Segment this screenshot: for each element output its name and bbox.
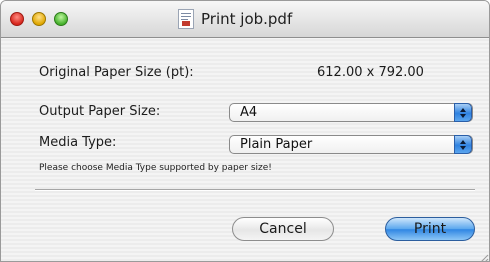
separator: [35, 189, 475, 191]
media-type-hint: Please choose Media Type supported by pa…: [39, 163, 272, 173]
close-icon[interactable]: [10, 12, 24, 26]
up-down-arrows-icon[interactable]: [454, 135, 472, 154]
print-dialog-window: Print job.pdf Original Paper Size (pt): …: [0, 0, 490, 262]
pdf-document-icon: [178, 9, 194, 29]
output-paper-size-popup[interactable]: A4: [229, 103, 473, 122]
media-type-label: Media Type:: [39, 135, 117, 150]
title-bar[interactable]: Print job.pdf: [1, 1, 489, 38]
up-down-arrows-icon[interactable]: [454, 103, 472, 122]
resize-grip-icon[interactable]: [477, 249, 489, 261]
minimize-icon[interactable]: [32, 12, 46, 26]
zoom-icon[interactable]: [54, 12, 68, 26]
output-paper-size-selected: A4: [240, 105, 258, 120]
print-button[interactable]: Print: [385, 217, 475, 241]
output-paper-size-label: Output Paper Size:: [39, 104, 161, 119]
media-type-popup[interactable]: Plain Paper: [229, 135, 473, 154]
original-paper-size-value: 612.00 x 792.00: [317, 65, 424, 80]
media-type-selected: Plain Paper: [240, 137, 313, 152]
cancel-button[interactable]: Cancel: [232, 217, 334, 241]
original-paper-size-label: Original Paper Size (pt):: [39, 65, 194, 80]
window-title: Print job.pdf: [201, 10, 293, 28]
